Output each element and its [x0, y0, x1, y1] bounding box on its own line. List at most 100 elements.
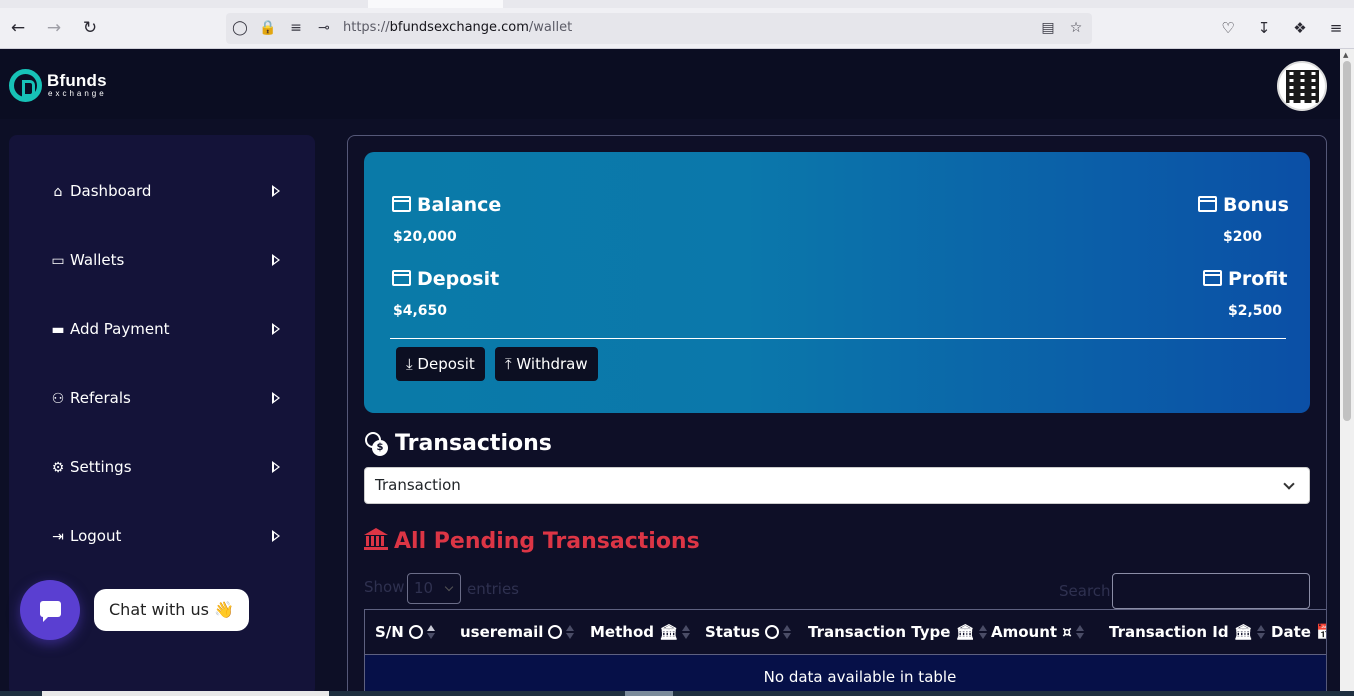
calendar-icon: 📅 — [1311, 623, 1326, 641]
caret-right-icon — [272, 185, 280, 197]
withdraw-button[interactable]: ⤒ Withdraw — [495, 347, 598, 381]
check-circle-icon — [408, 625, 423, 639]
card-icon: ▬ — [51, 322, 65, 338]
logo-icon[interactable] — [9, 69, 42, 102]
sidebar-item-label: Logout — [70, 527, 122, 545]
sidebar-item-referals[interactable]: ⚇ Referals — [49, 386, 280, 410]
search-input[interactable] — [1112, 573, 1310, 609]
caret-right-icon — [272, 392, 280, 404]
sidebar-item-dashboard[interactable]: ⌂ Dashboard — [49, 179, 280, 203]
wallet-icon — [392, 270, 411, 286]
extensions-icon[interactable]: ❖ — [1290, 18, 1310, 38]
divider — [390, 338, 1286, 339]
bank-icon — [364, 528, 388, 550]
chat-icon — [40, 601, 61, 622]
page-scrollbar[interactable]: ▲ — [1340, 49, 1354, 696]
wallet-icon — [1198, 196, 1217, 212]
caret-right-icon — [272, 530, 280, 542]
deposit-button[interactable]: ⤓ Deposit — [396, 347, 485, 381]
sidebar-item-settings[interactable]: ⚙ Settings — [49, 455, 280, 479]
transaction-select-value: Transaction — [375, 476, 461, 494]
chat-button[interactable] — [20, 580, 80, 640]
shield-icon[interactable]: ◯ — [230, 18, 250, 38]
balance-label: Balance — [392, 194, 501, 216]
pocket-icon[interactable]: ♡ — [1218, 18, 1238, 38]
logo-name[interactable]: Bfunds — [47, 71, 107, 91]
column-label: Status — [705, 623, 760, 641]
avatar[interactable] — [1277, 61, 1327, 111]
site-header: Bfunds exchange — [0, 49, 1354, 119]
sidebar-item-logout[interactable]: ⇥ Logout — [49, 524, 280, 548]
entries-select[interactable]: 10 — [407, 573, 461, 604]
scrollbar-thumb[interactable] — [1343, 61, 1351, 421]
sort-icon — [682, 625, 691, 639]
caret-right-icon — [272, 323, 280, 335]
pending-transactions-title: All Pending Transactions — [364, 528, 700, 554]
url-bar[interactable]: ◯ 🔒 ≡ ⊸ https://bfundsexchange.com/walle… — [226, 13, 1092, 44]
sidebar-item-label: Add Payment — [70, 320, 170, 338]
bonus-value: $200 — [1223, 229, 1262, 245]
column-date[interactable]: Date 📅 — [1271, 623, 1326, 641]
logo-subtitle: exchange — [48, 89, 107, 98]
download-icon[interactable]: ↧ — [1254, 18, 1274, 38]
column-status[interactable]: Status — [705, 623, 791, 641]
check-circle-icon — [764, 625, 779, 639]
profit-label: Profit — [1203, 268, 1288, 290]
back-icon[interactable]: ← — [7, 17, 29, 39]
sort-icon — [1256, 625, 1265, 639]
column-label: S/N — [375, 623, 404, 641]
people-icon: ⚇ — [51, 391, 65, 407]
lock-icon[interactable]: 🔒 — [258, 18, 278, 38]
column-label: Amount — [991, 623, 1058, 641]
bank-icon: 🏛 — [950, 623, 975, 641]
show-label: Show — [364, 578, 405, 596]
url-path: /wallet — [528, 20, 573, 35]
forward-icon[interactable]: → — [43, 17, 65, 39]
url-host: bfundsexchange.com — [389, 20, 529, 35]
url-text[interactable]: https://bfundsexchange.com/wallet — [343, 20, 572, 35]
balance-label-text: Balance — [417, 194, 502, 216]
table-header: S/N useremail Method 🏛 Status Transactio… — [365, 610, 1326, 655]
empty-table-message: No data available in table — [763, 668, 957, 686]
wallet-icon: ▭ — [51, 253, 65, 269]
user-circle-icon — [548, 625, 563, 639]
menu-icon[interactable]: ≡ — [1326, 18, 1346, 38]
pending-title-text: All Pending Transactions — [394, 529, 700, 554]
wallet-icon — [1203, 270, 1222, 286]
sort-icon — [782, 625, 791, 639]
deposit-label: Deposit — [392, 268, 499, 290]
caret-right-icon — [272, 254, 280, 266]
tab-strip — [0, 0, 1354, 8]
sidebar-item-wallets[interactable]: ▭ Wallets — [49, 248, 280, 272]
chat-label[interactable]: Chat with us 👋 — [94, 589, 249, 631]
column-amount[interactable]: Amount ¤ — [991, 623, 1084, 641]
chevron-down-icon — [1283, 478, 1295, 490]
sidebar-item-label: Wallets — [70, 251, 125, 269]
entries-label: entries — [467, 580, 519, 598]
column-transaction-id[interactable]: Transaction Id 🏛 — [1109, 623, 1265, 641]
active-tab[interactable] — [368, 0, 503, 8]
column-method[interactable]: Method 🏛 — [590, 623, 691, 641]
reader-view-icon[interactable]: ▤ — [1038, 18, 1058, 38]
balance-value: $20,000 — [393, 229, 457, 245]
sidebar-item-label: Settings — [70, 458, 132, 476]
transaction-select[interactable]: Transaction — [364, 467, 1310, 504]
scroll-up-icon[interactable]: ▲ — [1343, 51, 1348, 59]
star-icon[interactable]: ☆ — [1066, 18, 1086, 38]
bank-icon: 🏛 — [1228, 623, 1253, 641]
reload-icon[interactable]: ↻ — [79, 17, 101, 39]
transactions-table: S/N useremail Method 🏛 Status Transactio… — [364, 609, 1326, 696]
column-sn[interactable]: S/N — [375, 623, 435, 641]
key-icon[interactable]: ⊸ — [314, 18, 334, 38]
table-row: No data available in table — [365, 655, 1326, 695]
column-label: useremail — [460, 623, 544, 641]
profit-value: $2,500 — [1228, 303, 1283, 319]
user-gear-icon: ⚙ — [51, 460, 65, 476]
search-label: Search: — [1059, 582, 1116, 600]
arrow-up-icon: ⤒ — [505, 355, 512, 373]
column-transaction-type[interactable]: Transaction Type 🏛 — [808, 623, 987, 641]
sidebar-item-add-payment[interactable]: ▬ Add Payment — [49, 317, 280, 341]
arrow-down-icon: ⤓ — [406, 355, 413, 373]
column-useremail[interactable]: useremail — [460, 623, 575, 641]
permissions-icon[interactable]: ≡ — [286, 18, 306, 38]
